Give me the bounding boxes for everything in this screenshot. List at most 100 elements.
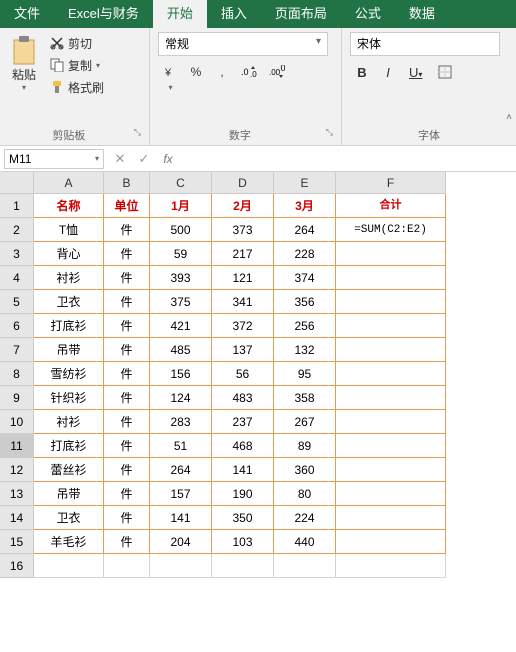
cell[interactable]: 141 bbox=[150, 506, 212, 530]
row-header[interactable]: 12 bbox=[0, 458, 34, 482]
cell[interactable]: 267 bbox=[274, 410, 336, 434]
cell[interactable] bbox=[336, 242, 446, 266]
cell[interactable]: 59 bbox=[150, 242, 212, 266]
cell[interactable]: 件 bbox=[104, 410, 150, 434]
cell[interactable]: 针织衫 bbox=[34, 386, 104, 410]
cell[interactable] bbox=[336, 314, 446, 338]
percent-button[interactable]: % bbox=[184, 62, 208, 96]
cell[interactable]: 356 bbox=[274, 290, 336, 314]
cell[interactable]: 吊带 bbox=[34, 338, 104, 362]
cell[interactable]: 件 bbox=[104, 458, 150, 482]
cell[interactable]: 237 bbox=[212, 410, 274, 434]
cell[interactable]: 89 bbox=[274, 434, 336, 458]
cell[interactable]: 373 bbox=[212, 218, 274, 242]
cell[interactable]: 264 bbox=[274, 218, 336, 242]
cell[interactable]: 500 bbox=[150, 218, 212, 242]
increase-decimal-button[interactable]: .0.00 bbox=[236, 62, 262, 96]
cell[interactable]: 雪纺衫 bbox=[34, 362, 104, 386]
row-header[interactable]: 3 bbox=[0, 242, 34, 266]
cell[interactable] bbox=[336, 362, 446, 386]
cell[interactable]: 157 bbox=[150, 482, 212, 506]
font-family-select[interactable]: 宋体 bbox=[350, 32, 500, 56]
italic-button[interactable]: I bbox=[376, 62, 400, 83]
cell[interactable]: 56 bbox=[212, 362, 274, 386]
cell[interactable] bbox=[336, 482, 446, 506]
col-header[interactable]: E bbox=[274, 172, 336, 194]
comma-button[interactable]: , bbox=[210, 62, 234, 96]
select-all-corner[interactable] bbox=[0, 172, 34, 194]
cell[interactable]: 103 bbox=[212, 530, 274, 554]
tab-page-layout[interactable]: 页面布局 bbox=[261, 0, 341, 28]
cell[interactable]: 卫衣 bbox=[34, 506, 104, 530]
cell[interactable]: 372 bbox=[212, 314, 274, 338]
col-header[interactable]: A bbox=[34, 172, 104, 194]
row-header[interactable]: 6 bbox=[0, 314, 34, 338]
cell[interactable]: 375 bbox=[150, 290, 212, 314]
cell[interactable] bbox=[212, 554, 274, 578]
cell[interactable]: 121 bbox=[212, 266, 274, 290]
cell[interactable]: 204 bbox=[150, 530, 212, 554]
cell[interactable]: 打底衫 bbox=[34, 314, 104, 338]
decrease-decimal-button[interactable]: .00.0 bbox=[264, 62, 290, 96]
border-button[interactable] bbox=[431, 62, 459, 83]
col-header[interactable]: F bbox=[336, 172, 446, 194]
paste-button[interactable]: 粘贴 ▾ bbox=[8, 32, 40, 98]
cell[interactable]: 137 bbox=[212, 338, 274, 362]
copy-button[interactable]: 复制 ▾ bbox=[46, 54, 108, 76]
cell[interactable]: 124 bbox=[150, 386, 212, 410]
cell[interactable]: 341 bbox=[212, 290, 274, 314]
cell[interactable]: 件 bbox=[104, 386, 150, 410]
cell[interactable] bbox=[34, 554, 104, 578]
col-header[interactable]: B bbox=[104, 172, 150, 194]
row-header[interactable]: 2 bbox=[0, 218, 34, 242]
cell[interactable]: 卫衣 bbox=[34, 290, 104, 314]
cell[interactable]: 217 bbox=[212, 242, 274, 266]
cell[interactable]: 背心 bbox=[34, 242, 104, 266]
bold-button[interactable]: B bbox=[350, 62, 374, 83]
cell[interactable]: 228 bbox=[274, 242, 336, 266]
cell[interactable]: 蕾丝衫 bbox=[34, 458, 104, 482]
name-box[interactable]: M11▾ bbox=[4, 149, 104, 169]
number-format-select[interactable]: 常规 bbox=[158, 32, 328, 56]
collapse-ribbon-icon[interactable]: ˄ bbox=[506, 112, 512, 123]
row-header[interactable]: 5 bbox=[0, 290, 34, 314]
cell[interactable]: 485 bbox=[150, 338, 212, 362]
cell[interactable]: 374 bbox=[274, 266, 336, 290]
cell[interactable]: 件 bbox=[104, 242, 150, 266]
row-header[interactable]: 9 bbox=[0, 386, 34, 410]
format-painter-button[interactable]: 格式刷 bbox=[46, 76, 108, 98]
cell[interactable]: 156 bbox=[150, 362, 212, 386]
cell[interactable]: 件 bbox=[104, 362, 150, 386]
row-header[interactable]: 8 bbox=[0, 362, 34, 386]
cell[interactable]: 单位 bbox=[104, 194, 150, 218]
cell[interactable]: 衬衫 bbox=[34, 410, 104, 434]
tab-home[interactable]: 开始 bbox=[153, 0, 207, 28]
row-header[interactable]: 1 bbox=[0, 194, 34, 218]
cell[interactable]: T恤 bbox=[34, 218, 104, 242]
cell[interactable]: 393 bbox=[150, 266, 212, 290]
cell[interactable]: 264 bbox=[150, 458, 212, 482]
row-header[interactable]: 14 bbox=[0, 506, 34, 530]
cell[interactable] bbox=[336, 338, 446, 362]
cell[interactable] bbox=[336, 266, 446, 290]
cell[interactable]: 打底衫 bbox=[34, 434, 104, 458]
row-header[interactable]: 15 bbox=[0, 530, 34, 554]
cell[interactable]: 440 bbox=[274, 530, 336, 554]
cell[interactable]: 合计 bbox=[336, 194, 446, 218]
row-header[interactable]: 10 bbox=[0, 410, 34, 434]
cell[interactable]: 名称 bbox=[34, 194, 104, 218]
row-header[interactable]: 4 bbox=[0, 266, 34, 290]
cell[interactable]: 256 bbox=[274, 314, 336, 338]
cell[interactable]: =SUM(C2:E2) bbox=[336, 218, 446, 242]
col-header[interactable]: C bbox=[150, 172, 212, 194]
row-header[interactable]: 7 bbox=[0, 338, 34, 362]
cell[interactable]: 358 bbox=[274, 386, 336, 410]
cell[interactable]: 190 bbox=[212, 482, 274, 506]
row-header[interactable]: 11 bbox=[0, 434, 34, 458]
tab-formulas[interactable]: 公式 bbox=[341, 0, 395, 28]
cell[interactable]: 224 bbox=[274, 506, 336, 530]
tab-data[interactable]: 数据 bbox=[395, 0, 449, 28]
cell[interactable]: 360 bbox=[274, 458, 336, 482]
cell[interactable]: 51 bbox=[150, 434, 212, 458]
cut-button[interactable]: 剪切 bbox=[46, 32, 108, 54]
